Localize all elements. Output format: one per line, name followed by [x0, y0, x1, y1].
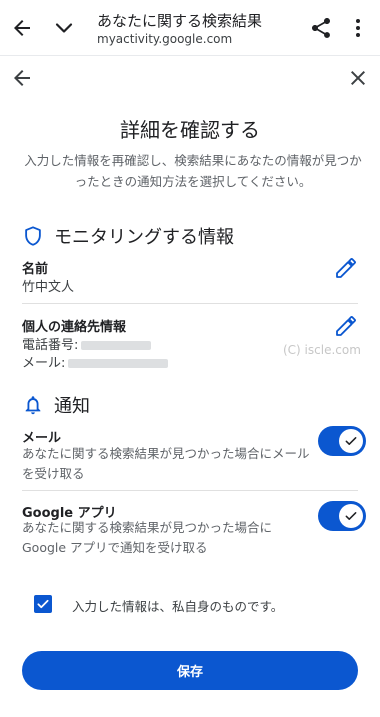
arrow-back-icon[interactable] — [10, 66, 34, 90]
email-redacted — [68, 359, 169, 368]
consent-label: 入力した情報は、私自身のものです。 — [72, 599, 284, 614]
browser-url: myactivity.google.com — [97, 32, 233, 46]
arrow-back-icon[interactable] — [10, 16, 34, 40]
phone-label: 電話番号: — [22, 338, 79, 353]
toggle-knob — [339, 504, 363, 528]
email-notification-desc: あなたに関する検索結果が見つかった場合にメールを受け取る — [22, 446, 310, 481]
app-notification-toggle[interactable] — [318, 501, 366, 531]
share-icon[interactable] — [309, 16, 333, 40]
browser-page-title: あなたに関する検索結果 — [97, 12, 263, 30]
email-notification-toggle[interactable] — [318, 426, 366, 456]
email-row: メール: — [22, 352, 169, 371]
more-vert-icon[interactable] — [346, 16, 370, 40]
phone-row: 電話番号: — [22, 334, 152, 353]
consent-checkbox[interactable] — [34, 595, 52, 613]
close-icon[interactable] — [346, 66, 370, 90]
monitoring-heading-text: モニタリングする情報 — [54, 227, 234, 248]
phone-redacted — [81, 341, 152, 350]
shield-icon — [25, 226, 41, 246]
check-icon — [37, 599, 49, 609]
toggle-knob — [339, 429, 363, 453]
name-label: 名前 — [22, 262, 49, 277]
name-value: 竹中文人 — [22, 280, 75, 295]
watermark: (C) iscle.com — [283, 343, 361, 357]
edit-name-pencil-icon[interactable] — [334, 256, 358, 280]
edit-contact-pencil-icon[interactable] — [334, 314, 358, 338]
notifications-section-heading: 通知 — [22, 392, 90, 418]
page-title: 詳細を確認する — [120, 118, 260, 142]
check-icon — [345, 512, 357, 520]
notifications-heading-text: 通知 — [54, 396, 90, 417]
intro-text: 入力した情報を再確認し、検索結果にあなたの情報が見つかったときの通知方法を選択し… — [24, 153, 362, 189]
monitoring-section-heading: モニタリングする情報 — [22, 223, 234, 249]
app-notification-desc: あなたに関する検索結果が見つかった場合に Google アプリで通知を受け取る — [22, 520, 273, 555]
bell-icon — [25, 396, 41, 415]
save-button[interactable]: 保存 — [22, 651, 358, 690]
divider — [22, 303, 358, 304]
contact-label: 個人の連絡先情報 — [22, 320, 127, 335]
email-label: メール: — [22, 356, 66, 371]
divider — [22, 490, 358, 491]
browser-toolbar: あなたに関する検索結果 myactivity.google.com — [0, 0, 380, 56]
check-icon — [345, 437, 357, 445]
chevron-down-icon[interactable] — [52, 16, 76, 40]
